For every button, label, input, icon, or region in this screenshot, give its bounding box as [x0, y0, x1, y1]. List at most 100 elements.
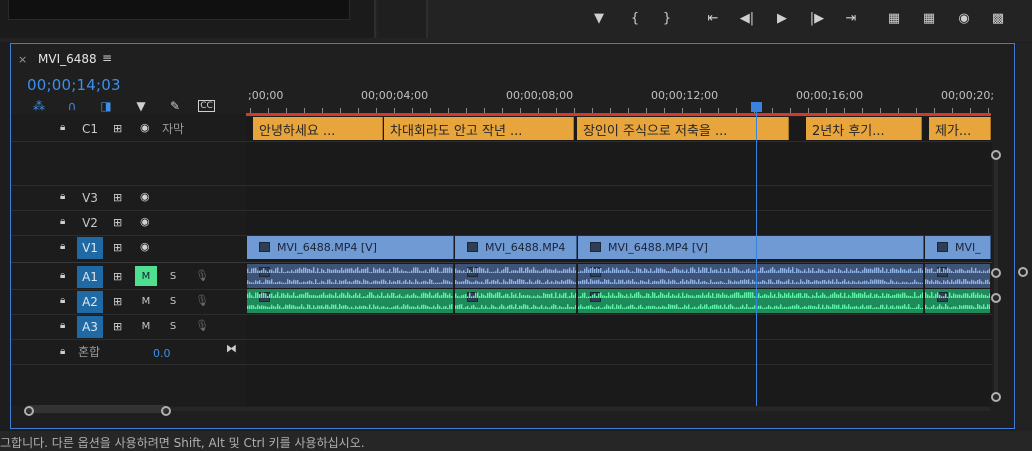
scroll-handle[interactable] [991, 268, 1001, 278]
lock-icon[interactable]: 🔒︎ [60, 216, 65, 227]
lock-icon[interactable]: 🔒︎ [60, 320, 65, 331]
zoom-handle-right[interactable] [161, 406, 171, 416]
mute-button-a1[interactable]: M [135, 266, 157, 286]
mic-icon[interactable]: 🎙︎ [195, 294, 209, 307]
lock-icon[interactable]: 🔒︎ [60, 270, 65, 281]
audio-clip[interactable] [247, 289, 454, 313]
sync-lock-icon[interactable]: ⊞ [113, 191, 122, 204]
audio-clip[interactable] [455, 289, 577, 313]
tab-menu-icon[interactable]: ≡ [102, 51, 112, 65]
waveform [247, 267, 453, 284]
caption-clip[interactable]: 2년차 후기... [806, 117, 922, 140]
mic-icon[interactable]: 🎙︎ [195, 319, 209, 332]
audio-clip[interactable] [925, 264, 991, 288]
solo-button-a2[interactable]: S [162, 291, 184, 311]
track-name-a2[interactable]: A2 [77, 291, 103, 313]
video-clip[interactable]: MVI_ [925, 236, 991, 259]
go-to-end-icon[interactable]: ⧓ [226, 342, 237, 355]
caption-clip[interactable]: 차대회라도 안고 작년 ... [384, 117, 574, 140]
audio-clip[interactable] [578, 264, 924, 288]
mute-button-a3[interactable]: M [135, 316, 157, 336]
sync-lock-icon[interactable]: ⊞ [113, 216, 122, 229]
waveform [578, 292, 923, 309]
caption-clip[interactable]: 안녕하세요 ... [253, 117, 383, 140]
audio-clip[interactable] [925, 289, 991, 313]
export-frame-icon[interactable]: ◉ [953, 8, 975, 28]
go-to-in-icon[interactable]: ⇤ [702, 8, 724, 28]
mute-button-a2[interactable]: M [135, 291, 157, 311]
step-back-icon[interactable]: ◀​| [736, 8, 758, 28]
video-clip[interactable]: MVI_6488.MP4 [455, 236, 577, 259]
eye-icon[interactable]: ◉ [140, 240, 150, 253]
scroll-handle-bottom[interactable] [991, 392, 1001, 402]
ruler-label: 00;00;20; [941, 89, 995, 102]
ruler-label: 00;00;08;00 [506, 89, 574, 102]
track-name-v1[interactable]: V1 [77, 237, 103, 259]
scroll-handle-top[interactable] [991, 150, 1001, 160]
sync-lock-icon[interactable]: ⊞ [113, 270, 122, 283]
linked-selection-icon[interactable]: ◨ [96, 98, 116, 114]
audio-clip[interactable] [455, 264, 577, 288]
scroll-handle[interactable] [991, 293, 1001, 303]
solo-button-a1[interactable]: S [162, 266, 184, 286]
caption-track-label: 자막 [162, 122, 185, 136]
nest-sequence-icon[interactable]: ⁂ [29, 98, 49, 114]
play-icon[interactable]: ▶ [771, 8, 793, 28]
lock-icon[interactable]: 🔒︎ [60, 191, 65, 202]
track-name-c1[interactable]: C1 [77, 118, 103, 140]
mark-out-icon[interactable]: } [656, 8, 678, 28]
audio-clip[interactable] [247, 264, 454, 288]
playhead-handle[interactable] [751, 102, 762, 112]
mix-volume-value[interactable]: 0.0 [153, 347, 171, 360]
panel-right-edge [1016, 43, 1032, 431]
horizontal-scroll-track[interactable] [170, 407, 990, 411]
step-forward-icon[interactable]: |▶ [806, 8, 828, 28]
sync-lock-icon[interactable]: ⊞ [113, 295, 122, 308]
extract-icon[interactable]: ▦ [918, 8, 940, 28]
source-monitor-preview [8, 0, 350, 20]
mark-in-icon[interactable]: { [624, 8, 646, 28]
horizontal-scrollbar[interactable] [26, 405, 168, 413]
track-name-v2[interactable]: V2 [77, 212, 103, 234]
sync-lock-icon[interactable]: ⊞ [113, 320, 122, 333]
zoom-handle-left[interactable] [24, 406, 34, 416]
playhead-timecode[interactable]: 00;00;14;03 [27, 76, 121, 94]
snap-icon[interactable]: ∩ [62, 98, 82, 114]
video-clip[interactable]: MVI_6488.MP4 [V] [247, 236, 454, 259]
track-name-v3[interactable]: V3 [77, 187, 103, 209]
video-clip[interactable]: MVI_6488.MP4 [V] [578, 236, 924, 259]
sync-lock-icon[interactable]: ⊞ [113, 122, 122, 135]
eye-icon[interactable]: ◉ [140, 215, 150, 228]
lift-icon[interactable]: ▦ [883, 8, 905, 28]
work-area-bar[interactable] [246, 113, 991, 116]
captions-icon[interactable]: CC [198, 100, 215, 112]
caption-clip[interactable]: 제가... [929, 117, 991, 140]
track-divider [11, 185, 992, 186]
lock-icon[interactable]: 🔒︎ [60, 346, 65, 357]
track-name-a3[interactable]: A3 [77, 316, 103, 338]
caption-clip[interactable]: 장인이 주식으로 저축을 ... [577, 117, 789, 140]
track-divider [11, 141, 992, 142]
track-name-a1[interactable]: A1 [77, 266, 103, 288]
clip-name: MVI_6488.MP4 [V] [277, 241, 377, 254]
eye-icon[interactable]: ◉ [140, 121, 150, 134]
marker-icon[interactable]: ▼ [588, 8, 610, 28]
sync-lock-icon[interactable]: ⊞ [113, 241, 122, 254]
button-editor-icon[interactable]: ▩ [987, 8, 1009, 28]
wrench-icon[interactable]: ✎ [165, 98, 185, 114]
solo-button-a3[interactable]: S [162, 316, 184, 336]
close-tab-icon[interactable]: × [18, 53, 27, 66]
panel-scroll-handle[interactable] [1018, 267, 1028, 277]
mic-icon[interactable]: 🎙︎ [195, 269, 209, 282]
lock-icon[interactable]: 🔒︎ [60, 122, 65, 133]
add-marker-icon[interactable]: ▼ [131, 98, 151, 114]
audio-clip[interactable] [578, 289, 924, 313]
waveform [578, 267, 923, 284]
sequence-tab[interactable]: MVI_6488 [38, 52, 97, 66]
lock-icon[interactable]: 🔒︎ [60, 295, 65, 306]
video-audio-divider [11, 262, 992, 263]
go-to-out-icon[interactable]: ⇥ [840, 8, 862, 28]
eye-icon[interactable]: ◉ [140, 190, 150, 203]
lock-icon[interactable]: 🔒︎ [60, 241, 65, 252]
playhead-line[interactable] [756, 108, 757, 406]
